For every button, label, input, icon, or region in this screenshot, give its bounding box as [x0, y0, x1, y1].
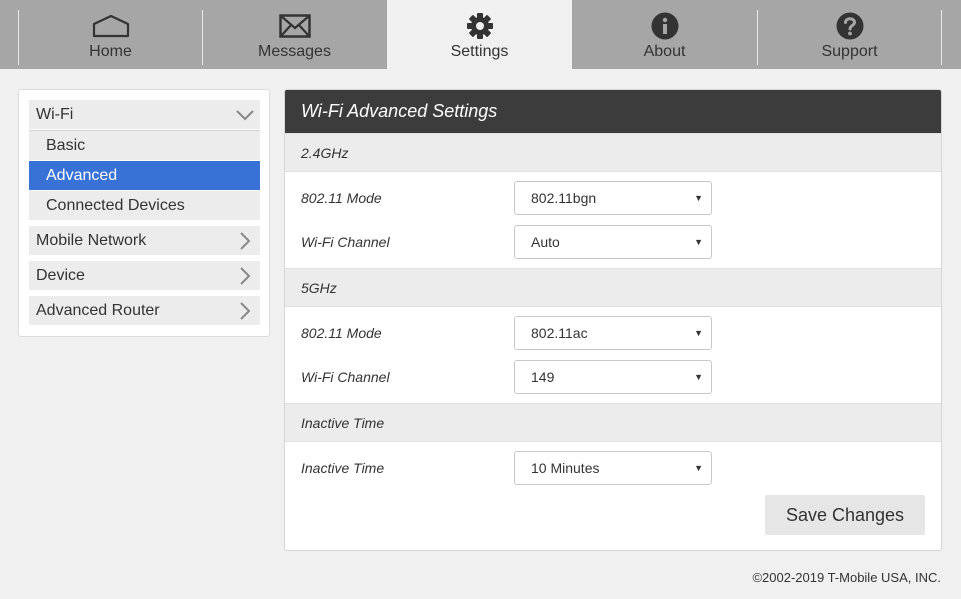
sidebar-item-label: Advanced: [46, 166, 118, 184]
chevron-right-icon: [235, 301, 255, 326]
home-icon: [91, 12, 131, 40]
question-icon: [836, 12, 864, 40]
sidebar: Wi-Fi Basic Advanced Connected Devices M…: [18, 89, 270, 337]
sidebar-item-label: Basic: [46, 136, 86, 154]
sidebar-item-label: Connected Devices: [46, 196, 185, 214]
sidebar-item-label: Wi-Fi: [36, 105, 74, 123]
tab-home[interactable]: Home: [18, 0, 203, 69]
select-value: 10 Minutes: [531, 460, 600, 476]
sidebar-item-advanced-router[interactable]: Advanced Router: [29, 296, 260, 325]
tab-label: Support: [821, 43, 878, 60]
channel-select-5ghz[interactable]: 149 ▼: [514, 360, 712, 394]
dropdown-arrow-icon: ▼: [694, 328, 703, 338]
tab-label: Home: [89, 43, 132, 60]
chevron-down-icon: [235, 105, 255, 130]
mode-select-5ghz[interactable]: 802.11ac ▼: [514, 316, 712, 350]
sidebar-item-mobile-network[interactable]: Mobile Network: [29, 226, 260, 255]
sidebar-item-wifi[interactable]: Wi-Fi: [29, 100, 260, 129]
tab-support[interactable]: Support: [757, 0, 942, 69]
section-header-2-4ghz: 2.4GHz: [285, 133, 941, 172]
channel-label-2-4ghz: Wi-Fi Channel: [301, 234, 390, 250]
sidebar-item-device[interactable]: Device: [29, 261, 260, 290]
dropdown-arrow-icon: ▼: [694, 463, 703, 473]
sidebar-item-basic[interactable]: Basic: [29, 131, 260, 160]
select-value: 802.11ac: [531, 325, 588, 341]
gear-icon: [466, 12, 494, 40]
select-value: 149: [531, 369, 555, 385]
inactive-time-label: Inactive Time: [301, 460, 385, 476]
envelope-icon: [278, 12, 311, 40]
tab-messages[interactable]: Messages: [202, 0, 387, 69]
sidebar-item-connected-devices[interactable]: Connected Devices: [29, 191, 260, 220]
sidebar-item-label: Mobile Network: [36, 231, 147, 249]
inactive-time-select[interactable]: 10 Minutes ▼: [514, 451, 712, 485]
settings-panel: Wi-Fi Advanced Settings 2.4GHz 802.11 Mo…: [284, 89, 942, 551]
section-header-5ghz: 5GHz: [285, 268, 941, 307]
panel-title: Wi-Fi Advanced Settings: [285, 90, 941, 133]
dropdown-arrow-icon: ▼: [694, 193, 703, 203]
tab-about[interactable]: About: [572, 0, 757, 69]
copyright-footer: ©2002-2019 T-Mobile USA, INC.: [752, 570, 941, 585]
info-icon: [651, 12, 679, 40]
tab-label: Settings: [450, 43, 509, 60]
tab-label: Messages: [258, 43, 331, 60]
dropdown-arrow-icon: ▼: [694, 237, 703, 247]
dropdown-arrow-icon: ▼: [694, 372, 703, 382]
mode-select-2-4ghz[interactable]: 802.11bgn ▼: [514, 181, 712, 215]
channel-label-5ghz: Wi-Fi Channel: [301, 369, 390, 385]
chevron-right-icon: [235, 266, 255, 291]
channel-select-2-4ghz[interactable]: Auto ▼: [514, 225, 712, 259]
sidebar-item-advanced[interactable]: Advanced: [29, 161, 260, 190]
select-value: 802.11bgn: [531, 190, 597, 206]
select-value: Auto: [531, 234, 560, 250]
nav-separator: [941, 10, 942, 65]
top-nav: Home Messages Settings About Support: [0, 0, 961, 69]
chevron-right-icon: [235, 231, 255, 256]
save-changes-button[interactable]: Save Changes: [765, 495, 925, 535]
tab-settings[interactable]: Settings: [387, 0, 572, 69]
section-header-inactive-time: Inactive Time: [285, 403, 941, 442]
tab-label: About: [643, 43, 686, 60]
sidebar-item-label: Advanced Router: [36, 301, 160, 319]
sidebar-item-label: Device: [36, 266, 85, 284]
mode-label-2-4ghz: 802.11 Mode: [301, 190, 382, 206]
mode-label-5ghz: 802.11 Mode: [301, 325, 382, 341]
